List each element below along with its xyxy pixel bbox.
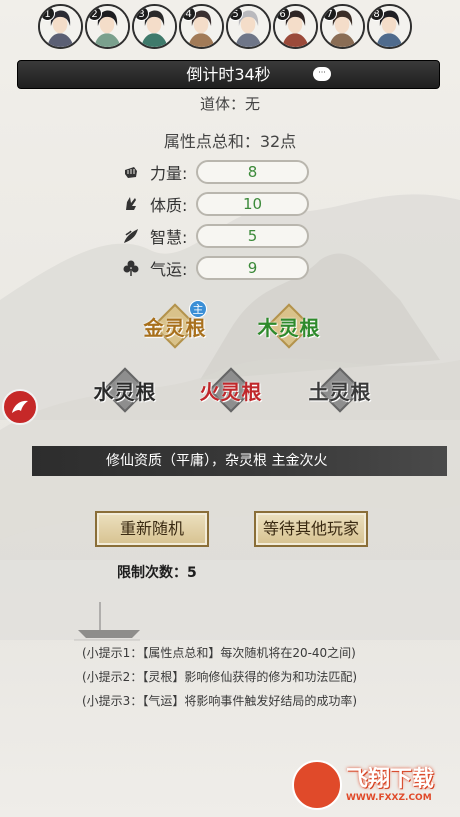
stat-row-constitution: 体质: 10 [122,191,309,217]
player-number: 5 [228,6,243,21]
stat-value: 5 [196,224,309,248]
reroll-limit-label: 限制次数：5 [117,565,197,581]
tip-item: (小提示2：【灵根】影响修仙获得的修为和功法匹配) [82,670,358,684]
watermark-url: WWW.FXXZ.COM [346,793,432,803]
player-avatar[interactable]: 7 [320,4,365,49]
watermark-logo-icon [292,760,342,810]
stat-row-strength: 力量: 8 [122,159,309,185]
tip-item: (小提示1：【属性点总和】每次随机将在20-40之间) [82,646,356,660]
cultivation-aptitude-bar: 修仙资质（平庸），杂灵根 主金次火 [32,446,447,476]
aptitude-text: 修仙资质（平庸），杂灵根 主金次火 [106,453,328,469]
countdown-text: 倒计时34秒 [186,65,271,84]
player-avatar[interactable]: 8 [367,4,412,49]
countdown-timer-bar: 倒计时34秒 ··· [17,60,440,89]
root-label: 土灵根 [308,380,372,404]
body-type-label: 道体：无 [199,95,260,113]
reroll-button[interactable]: 重新随机 [95,511,209,547]
root-fire: 火灵根 [191,367,271,424]
fist-icon [125,167,137,178]
root-label: 火灵根 [199,380,263,404]
root-metal: 金灵根 主 [135,300,215,360]
player-number: 1 [40,6,55,21]
stat-label: 体质: [150,196,188,215]
stat-value: 9 [196,256,309,280]
stat-row-wisdom: 智慧: 5 [122,223,309,249]
site-watermark: 飞翔下载 WWW.FXXZ.COM [292,757,454,813]
player-avatar[interactable]: 4 [179,4,224,49]
player-avatar[interactable]: 2 [85,4,130,49]
attribute-total-label: 属性点总和：32点 [163,132,297,151]
stat-label: 气运: [150,260,188,279]
player-avatar[interactable]: 5 [226,4,271,49]
hand-icon [126,197,136,210]
player-avatar[interactable]: 3 [132,4,177,49]
player-avatar[interactable]: 1 [38,4,83,49]
chat-bubble-icon[interactable]: ··· [313,67,331,81]
player-avatar-row: 1 2 3 4 5 6 7 8 [38,4,412,52]
root-water: 水灵根 [85,367,165,424]
player-number: 4 [181,6,196,21]
floating-menu-icon[interactable] [2,389,38,425]
player-number: 7 [322,6,337,21]
stat-label: 力量: [150,164,188,183]
tips-list: (小提示1：【属性点总和】每次随机将在20-40之间) (小提示2：【灵根】影响… [82,641,357,713]
tip-item: (小提示3：【气运】将影响事件触发好结局的成功率) [82,694,358,708]
player-avatar[interactable]: 6 [273,4,318,49]
clover-icon [123,260,139,276]
player-number: 8 [369,6,384,21]
player-number: 2 [87,6,102,21]
stat-row-luck: 气运: 9 [122,255,309,281]
root-wood: 木灵根 [249,303,329,360]
stat-value: 10 [196,192,309,216]
player-number: 6 [275,6,290,21]
main-root-badge: 主 [189,300,207,318]
watermark-title: 飞翔下载 [346,767,435,792]
root-label: 木灵根 [257,316,321,340]
wait-for-players-button[interactable]: 等待其他玩家 [254,511,368,547]
root-label: 水灵根 [93,380,157,404]
stat-value: 8 [196,160,309,184]
leaf-icon [124,229,138,243]
root-earth: 土灵根 [300,367,380,424]
player-number: 3 [134,6,149,21]
stat-label: 智慧: [150,228,188,247]
